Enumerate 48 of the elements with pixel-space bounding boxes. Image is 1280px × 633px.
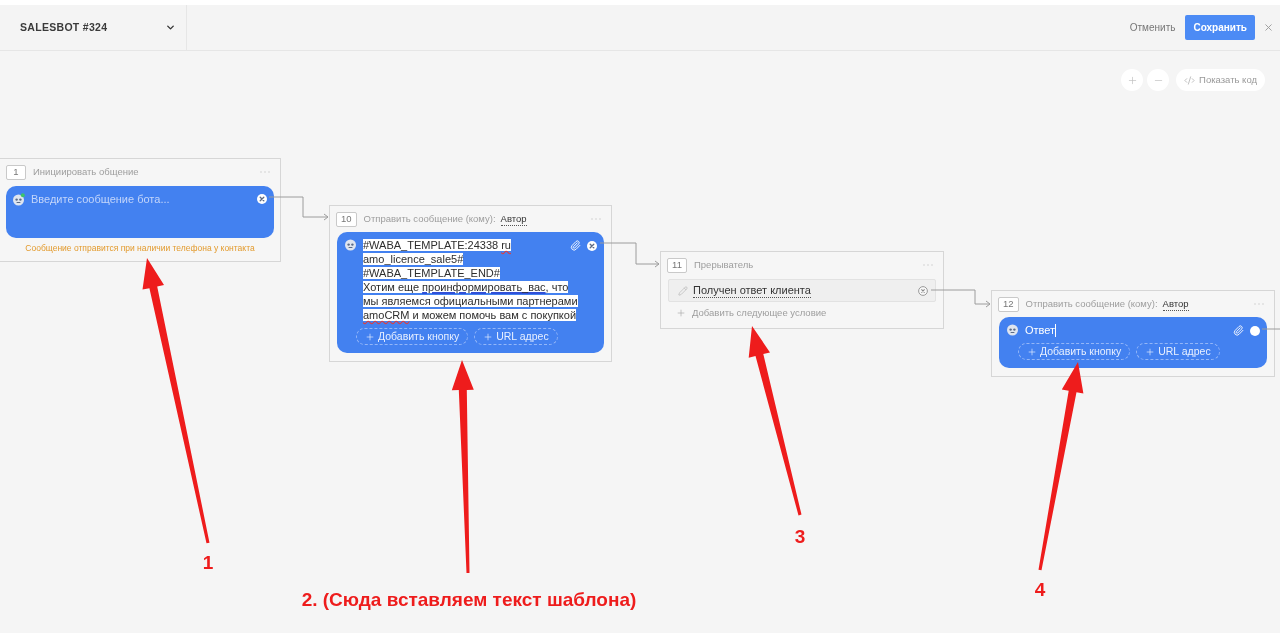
- node-title: Инициировать общение: [33, 164, 139, 179]
- phone-required-note: Сообщение отправится при наличии телефона у контакта: [25, 242, 255, 255]
- message-input[interactable]: Введите сообщение бота...: [31, 192, 251, 206]
- connector-arrow: [599, 242, 660, 268]
- connector-arrow: [930, 289, 991, 308]
- plus-icon: [1027, 346, 1037, 357]
- code-icon: [1184, 74, 1196, 86]
- face-icon: [12, 192, 25, 206]
- step-number: 10: [336, 211, 357, 227]
- paperclip-icon[interactable]: [570, 240, 581, 251]
- recipient-link[interactable]: Автор: [1162, 297, 1189, 311]
- node-title: Отправить сообщение (кому):: [363, 211, 496, 226]
- face-icon: [1005, 323, 1019, 336]
- annotation-label: 3: [794, 524, 806, 549]
- condition-row[interactable]: Получен ответ клиента: [668, 279, 936, 302]
- face-icon: [343, 238, 357, 251]
- show-code-button[interactable]: Показать код: [1176, 69, 1265, 91]
- paperclip-icon[interactable]: [1233, 325, 1244, 336]
- bot-name: SALESBOT #324: [20, 19, 108, 35]
- zoom-in-button[interactable]: [1121, 69, 1144, 91]
- pencil-icon[interactable]: [678, 285, 688, 296]
- plus-icon: [1145, 346, 1156, 357]
- step-number: 1: [6, 164, 26, 180]
- close-icon[interactable]: [1263, 22, 1274, 33]
- close-icon[interactable]: [257, 194, 267, 204]
- handle-dot-icon[interactable]: [1250, 325, 1260, 336]
- node-title: Отправить сообщение (кому):: [1025, 296, 1158, 311]
- annotation-label: 2. (Сюда вставляем текст шаблона): [301, 587, 637, 612]
- save-button[interactable]: Сохранить: [1185, 15, 1255, 40]
- plus-icon: [676, 308, 686, 318]
- recipient-link[interactable]: Автор: [500, 212, 527, 226]
- step-number: 12: [998, 296, 1019, 312]
- chevron-down-icon[interactable]: [165, 22, 176, 33]
- connector-arrow: [268, 196, 329, 221]
- close-icon[interactable]: [587, 240, 597, 251]
- remove-icon[interactable]: [918, 285, 928, 296]
- add-condition-button[interactable]: Добавить следующее условие: [661, 302, 827, 324]
- node-title: Прерыватель: [694, 257, 754, 272]
- annotation-label: 1: [202, 550, 214, 575]
- plus-icon: [1126, 74, 1138, 86]
- connector-line: [1261, 328, 1280, 330]
- step-number: 11: [667, 257, 687, 273]
- plus-icon: [483, 331, 494, 342]
- annotation-label: 4: [1034, 577, 1046, 602]
- message-text[interactable]: Ответ: [1025, 323, 1056, 337]
- condition-text[interactable]: Получен ответ клиента: [693, 283, 811, 298]
- plus-icon: [365, 331, 375, 342]
- cancel-button[interactable]: Отменить: [1129, 20, 1176, 35]
